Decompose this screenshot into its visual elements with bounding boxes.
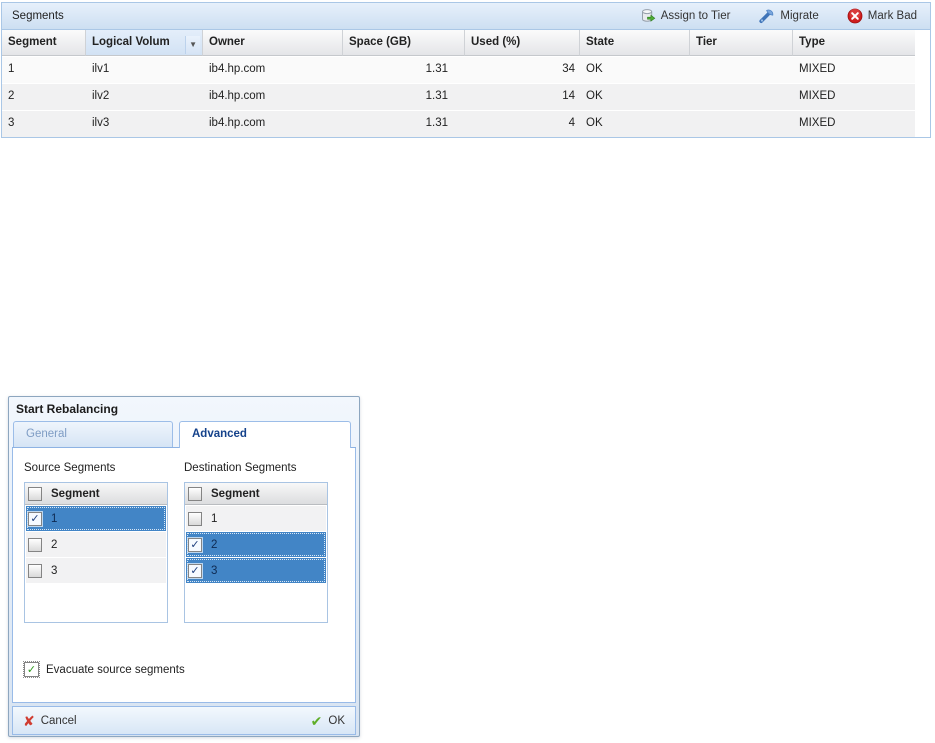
cell-space: 1.31 xyxy=(343,57,465,83)
start-rebalancing-dialog: Start Rebalancing General Advanced Sourc… xyxy=(8,396,360,737)
dialog-title: Start Rebalancing xyxy=(12,397,356,421)
select-all-checkbox[interactable] xyxy=(28,487,42,501)
column-header-segment[interactable]: Segment xyxy=(2,30,86,56)
evacuate-checkbox[interactable]: ✓ xyxy=(24,662,39,677)
mark-bad-icon xyxy=(847,8,863,24)
column-header-type[interactable]: Type xyxy=(793,30,915,56)
row-label: 1 xyxy=(51,513,57,525)
tab-advanced[interactable]: Advanced xyxy=(179,421,351,448)
row-checkbox[interactable] xyxy=(28,564,42,578)
cell-state: OK xyxy=(580,84,690,110)
row-checkbox[interactable]: ✓ xyxy=(188,538,202,552)
ok-check-icon: ✔ xyxy=(311,715,323,727)
cell-segment: 2 xyxy=(2,84,86,110)
assign-to-tier-label: Assign to Tier xyxy=(661,10,731,22)
evacuate-source-segments-option[interactable]: ✓ Evacuate source segments xyxy=(24,662,185,677)
assign-to-tier-icon xyxy=(640,8,656,24)
source-list-header: Segment xyxy=(25,483,167,505)
row-checkbox[interactable] xyxy=(28,538,42,552)
segments-panel: Segments Assign to Tier xyxy=(1,2,931,138)
column-header-owner[interactable]: Owner xyxy=(203,30,343,56)
migrate-label: Migrate xyxy=(780,10,818,22)
cancel-x-icon: ✘ xyxy=(23,715,35,727)
cell-type: MIXED xyxy=(793,57,915,83)
destination-segments-label: Destination Segments xyxy=(184,462,297,474)
column-header-state[interactable]: State xyxy=(580,30,690,56)
dialog-footer: ✘ Cancel ✔ OK xyxy=(12,706,356,735)
row-checkbox[interactable]: ✓ xyxy=(28,512,42,526)
cell-owner: ib4.hp.com xyxy=(203,84,343,110)
select-all-checkbox[interactable] xyxy=(188,487,202,501)
cell-tier xyxy=(690,84,793,110)
source-segments-list: Segment ✓ 1 2 3 xyxy=(24,482,168,623)
cell-used: 4 xyxy=(465,111,580,137)
cancel-button[interactable]: ✘ Cancel xyxy=(23,715,77,727)
segments-grid: Segment Logical Volum ▼ Owner Space (GB)… xyxy=(2,30,915,137)
table-row[interactable]: 2 ilv2 ib4.hp.com 1.31 14 OK MIXED xyxy=(2,84,915,110)
cell-logical-volume: ilv2 xyxy=(86,84,203,110)
cell-segment: 1 xyxy=(2,57,86,83)
segments-toolbar: Segments Assign to Tier xyxy=(2,3,930,30)
panel-title: Segments xyxy=(12,10,64,22)
destination-list-header-label: Segment xyxy=(211,488,260,500)
list-item[interactable]: 3 xyxy=(26,558,166,583)
row-label: 2 xyxy=(51,539,57,551)
list-item[interactable]: ✓ 2 xyxy=(186,532,326,557)
cancel-label: Cancel xyxy=(41,715,77,727)
destination-list-header: Segment xyxy=(185,483,327,505)
list-item[interactable]: 2 xyxy=(26,532,166,557)
evacuate-label: Evacuate source segments xyxy=(46,664,185,676)
row-label: 2 xyxy=(211,539,217,551)
cell-space: 1.31 xyxy=(343,84,465,110)
row-checkbox[interactable] xyxy=(188,512,202,526)
destination-segments-list: Segment 1 ✓ 2 ✓ 3 xyxy=(184,482,328,623)
dialog-tabbar: General Advanced xyxy=(12,421,356,448)
cell-tier xyxy=(690,57,793,83)
cell-used: 14 xyxy=(465,84,580,110)
column-header-logical-volume[interactable]: Logical Volum ▼ xyxy=(86,30,203,56)
cell-type: MIXED xyxy=(793,111,915,137)
advanced-tab-panel: Source Segments Destination Segments Seg… xyxy=(12,448,356,703)
row-checkbox[interactable]: ✓ xyxy=(188,564,202,578)
cell-used: 34 xyxy=(465,57,580,83)
table-row[interactable]: 3 ilv3 ib4.hp.com 1.31 4 OK MIXED xyxy=(2,111,915,137)
cell-owner: ib4.hp.com xyxy=(203,57,343,83)
cell-segment: 3 xyxy=(2,111,86,137)
row-label: 3 xyxy=(51,565,57,577)
list-item[interactable]: ✓ 1 xyxy=(26,506,166,531)
tab-general[interactable]: General xyxy=(13,421,173,447)
column-header-tier[interactable]: Tier xyxy=(690,30,793,56)
cell-tier xyxy=(690,111,793,137)
screen: Segments Assign to Tier xyxy=(0,0,935,743)
source-list-header-label: Segment xyxy=(51,488,100,500)
ok-button[interactable]: ✔ OK xyxy=(311,715,345,727)
row-label: 1 xyxy=(211,513,217,525)
cell-logical-volume: ilv3 xyxy=(86,111,203,137)
table-row[interactable]: 1 ilv1 ib4.hp.com 1.31 34 OK MIXED xyxy=(2,57,915,83)
mark-bad-label: Mark Bad xyxy=(868,10,917,22)
column-menu-arrow-icon[interactable]: ▼ xyxy=(185,36,200,54)
migrate-icon xyxy=(758,8,775,24)
list-item[interactable]: 1 xyxy=(186,506,326,531)
ok-label: OK xyxy=(328,715,345,727)
cell-owner: ib4.hp.com xyxy=(203,111,343,137)
source-segments-label: Source Segments xyxy=(24,462,115,474)
row-label: 3 xyxy=(211,565,217,577)
cell-space: 1.31 xyxy=(343,111,465,137)
assign-to-tier-button[interactable]: Assign to Tier xyxy=(637,6,734,26)
list-item[interactable]: ✓ 3 xyxy=(186,558,326,583)
cell-state: OK xyxy=(580,57,690,83)
mark-bad-button[interactable]: Mark Bad xyxy=(844,6,920,26)
cell-state: OK xyxy=(580,111,690,137)
column-header-space[interactable]: Space (GB) xyxy=(343,30,465,56)
column-header-logical-volume-label: Logical Volum xyxy=(92,36,170,55)
migrate-button[interactable]: Migrate xyxy=(755,6,821,26)
cell-type: MIXED xyxy=(793,84,915,110)
grid-header-row: Segment Logical Volum ▼ Owner Space (GB)… xyxy=(2,30,915,56)
column-header-used[interactable]: Used (%) xyxy=(465,30,580,56)
cell-logical-volume: ilv1 xyxy=(86,57,203,83)
